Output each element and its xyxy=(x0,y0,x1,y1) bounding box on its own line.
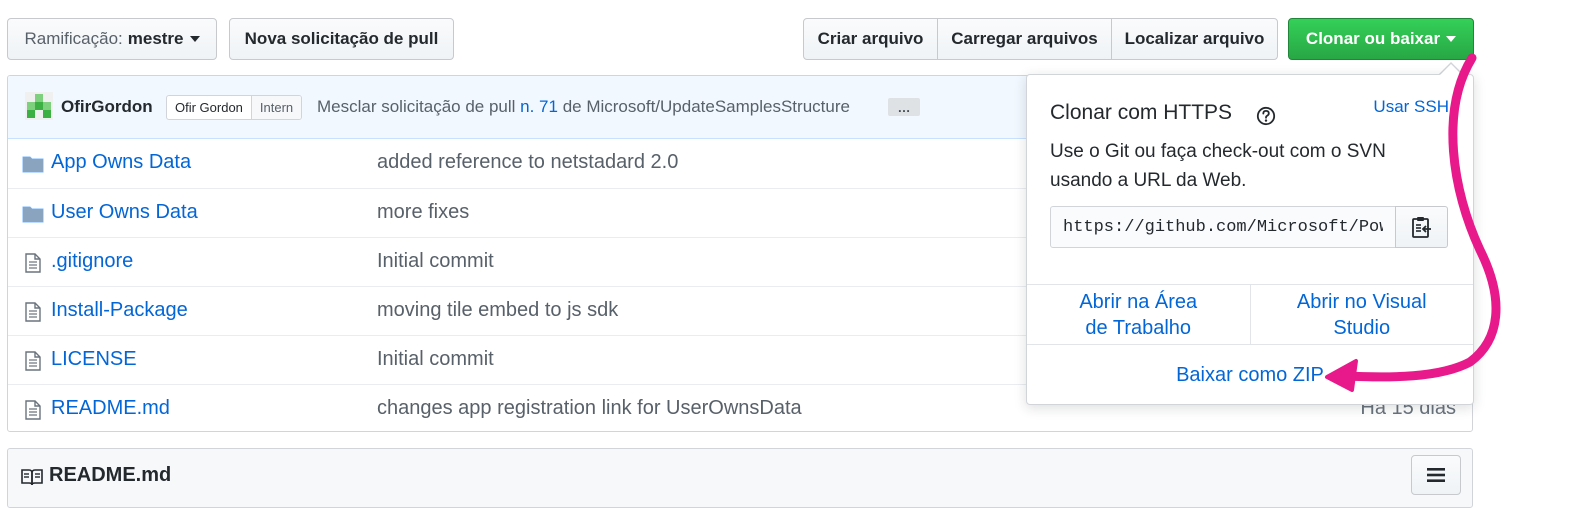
commit-message-suffix: de Microsoft/UpdateSamplesStructure xyxy=(562,97,850,116)
file-commit-message[interactable]: Initial commit xyxy=(377,348,494,371)
upload-files-button[interactable]: Carregar arquivos xyxy=(937,18,1112,60)
file-commit-message[interactable]: Initial commit xyxy=(377,250,494,273)
file-name-link[interactable]: App Owns Data xyxy=(51,151,191,174)
badge-role: Intern xyxy=(250,96,302,119)
file-commit-message[interactable]: added reference to netstadard 2.0 xyxy=(377,151,678,174)
clone-popover: Clonar com HTTPS Usar SSH Use o Git ou f… xyxy=(1026,74,1474,405)
file-name-link[interactable]: .gitignore xyxy=(51,250,133,273)
open-desktop-button[interactable]: Abrir na Área de Trabalho xyxy=(1027,285,1250,344)
readme-title: README.md xyxy=(49,464,172,486)
download-zip-label: Baixar como ZIP xyxy=(1176,363,1324,386)
clone-description: Use o Git ou faça check-out com o SVN us… xyxy=(1050,141,1386,191)
open-visual-studio-button[interactable]: Abrir no Visual Studio xyxy=(1249,285,1474,344)
popover-arrow xyxy=(1440,64,1462,75)
use-ssh-link[interactable]: Usar SSH xyxy=(1373,97,1449,117)
readme-header: README.md xyxy=(7,448,1473,508)
file-name-link[interactable]: User Owns Data xyxy=(51,201,198,224)
file-actions-group: Criar arquivo Carregar arquivos Localiza… xyxy=(803,18,1278,60)
clone-or-download-label: Clonar ou baixar xyxy=(1305,29,1441,48)
clone-title: Clonar com HTTPS xyxy=(1050,101,1233,124)
file-icon xyxy=(25,400,41,420)
open-desktop-label: Abrir na Área de Trabalho xyxy=(1079,290,1198,339)
branch-label: Ramificação: xyxy=(24,29,123,48)
file-commit-message[interactable]: moving tile embed to js sdk xyxy=(377,299,618,322)
commit-author[interactable]: OfirGordon xyxy=(61,97,153,117)
file-name-link[interactable]: README.md xyxy=(51,397,170,420)
badge-name: Ofir Gordon xyxy=(175,100,243,115)
file-commit-message[interactable]: changes app registration link for UserOw… xyxy=(377,397,802,420)
find-file-label: Localizar arquivo xyxy=(1124,29,1265,48)
open-visual-studio-label: Abrir no Visual Studio xyxy=(1296,290,1427,339)
clone-url-input[interactable] xyxy=(1050,206,1396,248)
upload-files-label: Carregar arquivos xyxy=(951,29,1098,48)
file-icon xyxy=(25,351,41,371)
find-file-button[interactable]: Localizar arquivo xyxy=(1111,18,1278,60)
commit-message: Mesclar solicitação de pull n. 71 de Mic… xyxy=(317,97,850,117)
file-name-link[interactable]: Install-Package xyxy=(51,299,188,322)
create-file-label: Criar arquivo xyxy=(817,29,924,48)
avatar[interactable] xyxy=(25,92,53,120)
expand-commit-button[interactable]: … xyxy=(888,98,920,116)
copy-url-button[interactable] xyxy=(1395,206,1448,248)
hamburger-icon xyxy=(1427,468,1445,482)
open-actions: Abrir na Área de Trabalho Abrir no Visua… xyxy=(1027,284,1473,344)
question-circle-icon[interactable] xyxy=(1256,106,1276,126)
folder-icon xyxy=(22,206,44,223)
file-icon xyxy=(25,253,41,273)
folder-icon xyxy=(22,156,44,173)
file-commit-message[interactable]: more fixes xyxy=(377,201,469,224)
new-pull-request-label: Nova solicitação de pull xyxy=(244,29,439,48)
readme-menu-button[interactable] xyxy=(1411,455,1461,495)
create-file-button[interactable]: Criar arquivo xyxy=(803,18,938,60)
file-name-link[interactable]: LICENSE xyxy=(51,348,137,371)
commit-message-prefix: Mesclar solicitação de pull xyxy=(317,97,516,116)
pull-request-link[interactable]: n. 71 xyxy=(520,97,558,116)
branch-name: mestre xyxy=(127,29,184,48)
author-badge: Ofir Gordon Intern xyxy=(166,95,303,120)
file-icon xyxy=(25,302,41,322)
clipboard-icon xyxy=(1411,217,1431,238)
book-icon xyxy=(21,469,43,486)
clone-or-download-button[interactable]: Clonar ou baixar xyxy=(1288,18,1474,60)
chevron-down-icon xyxy=(1446,36,1457,42)
branch-select-button[interactable]: Ramificação: mestre xyxy=(7,18,217,60)
new-pull-request-button[interactable]: Nova solicitação de pull xyxy=(229,18,454,60)
chevron-down-icon xyxy=(189,36,200,42)
download-zip-button[interactable]: Baixar como ZIP xyxy=(1027,344,1473,405)
